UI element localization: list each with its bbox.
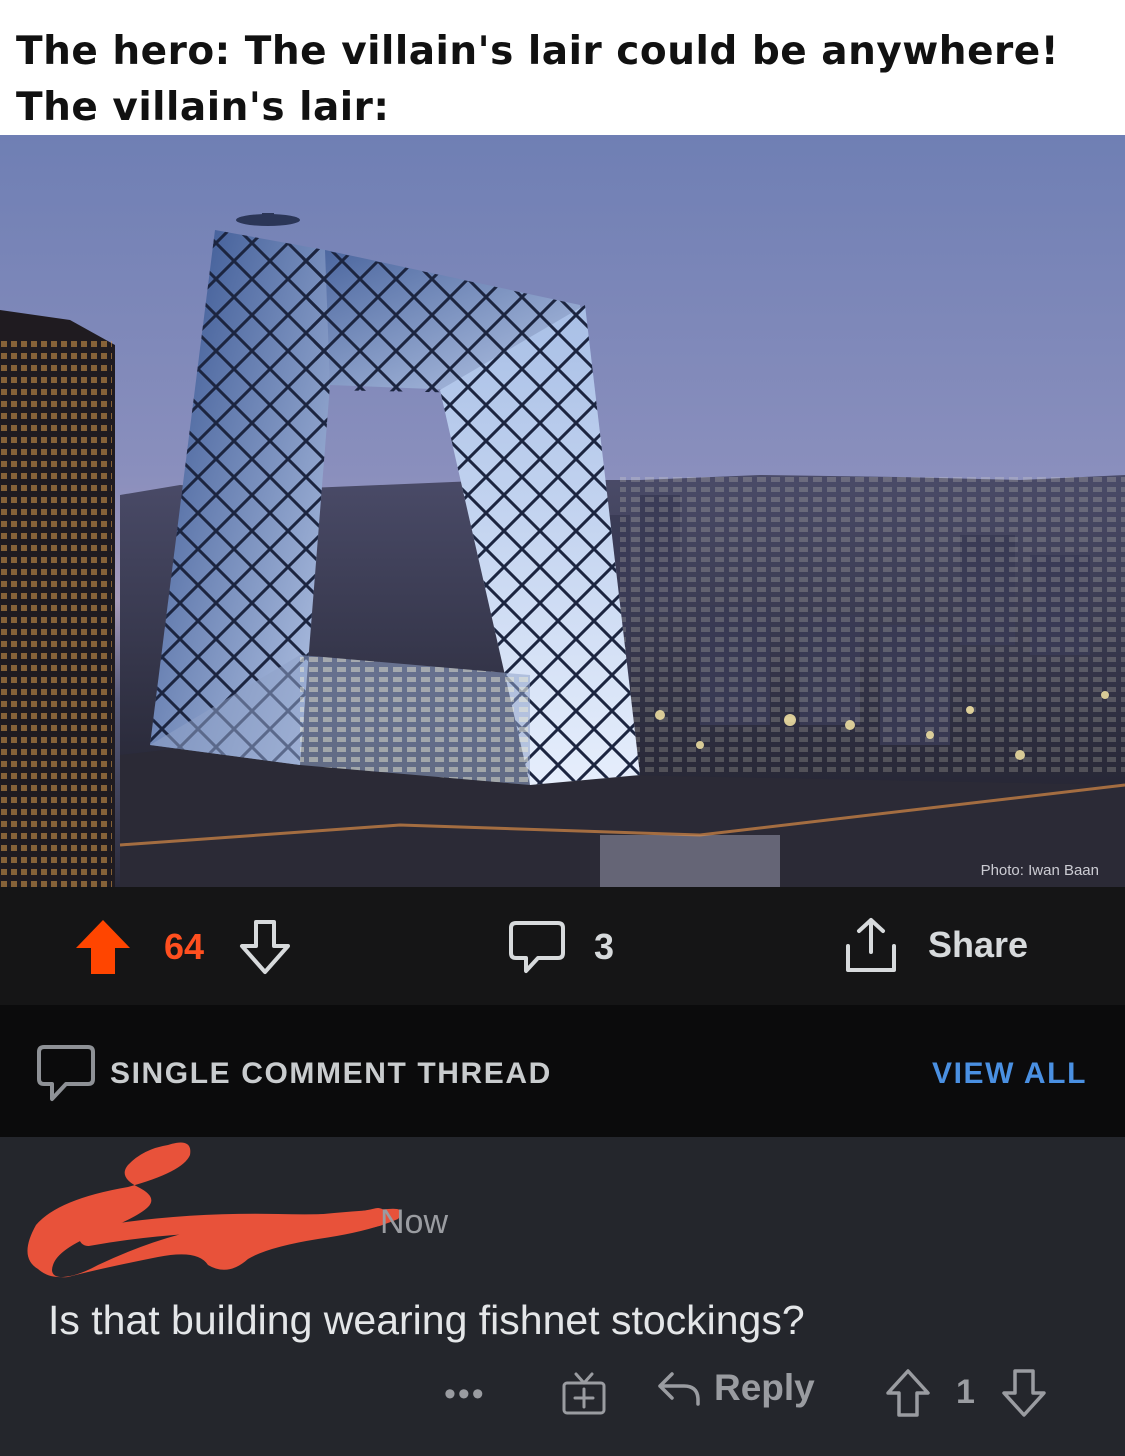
share-label: Share (928, 924, 1029, 965)
post-score: 64 (164, 926, 205, 967)
photo-credit: Photo: Iwan Baan (980, 862, 1099, 879)
reply-button[interactable]: Reply (656, 1367, 815, 1409)
comment-timestamp: Now (380, 1203, 449, 1241)
meme-caption: The hero: The villain's lair could be an… (0, 0, 1125, 135)
arrow-down-icon[interactable] (238, 918, 292, 976)
building-photo-illustration (0, 135, 1125, 887)
arrow-up-icon[interactable] (884, 1367, 932, 1419)
share-icon (846, 918, 896, 972)
comment-card: Now Is that building wearing fishnet sto… (0, 1137, 1125, 1456)
thread-title: SINGLE COMMENT THREAD (110, 1057, 552, 1090)
comment-score: 1 (956, 1373, 975, 1411)
thread-header: SINGLE COMMENT THREAD VIEW ALL (0, 1005, 1125, 1137)
comment-body: Is that building wearing fishnet stockin… (48, 1297, 805, 1343)
award-icon[interactable] (560, 1369, 608, 1417)
caption-line-2: The villain's lair: (16, 85, 390, 130)
comment-bubble-icon (509, 921, 565, 973)
comment-count: 3 (594, 926, 615, 967)
arrow-up-icon[interactable] (74, 918, 132, 976)
post-vote-group: 64 (74, 917, 292, 977)
view-all-link[interactable]: VIEW ALL (932, 1057, 1087, 1091)
comments-button[interactable]: 3 (508, 917, 614, 977)
post-image[interactable]: Photo: Iwan Baan (0, 135, 1125, 887)
caption-line-1: The hero: The villain's lair could be an… (16, 29, 1059, 74)
share-button[interactable]: Share (842, 915, 1028, 975)
comment-actions: ••• Reply 1 (0, 1363, 1125, 1423)
post-action-bar: 64 3 Share (0, 887, 1125, 1005)
reply-icon (658, 1372, 700, 1406)
username-redaction-scribble (27, 1142, 402, 1278)
arrow-down-icon[interactable] (1000, 1367, 1048, 1419)
more-icon[interactable]: ••• (444, 1375, 486, 1414)
reply-label: Reply (714, 1367, 815, 1408)
comment-bubble-icon (37, 1045, 95, 1101)
